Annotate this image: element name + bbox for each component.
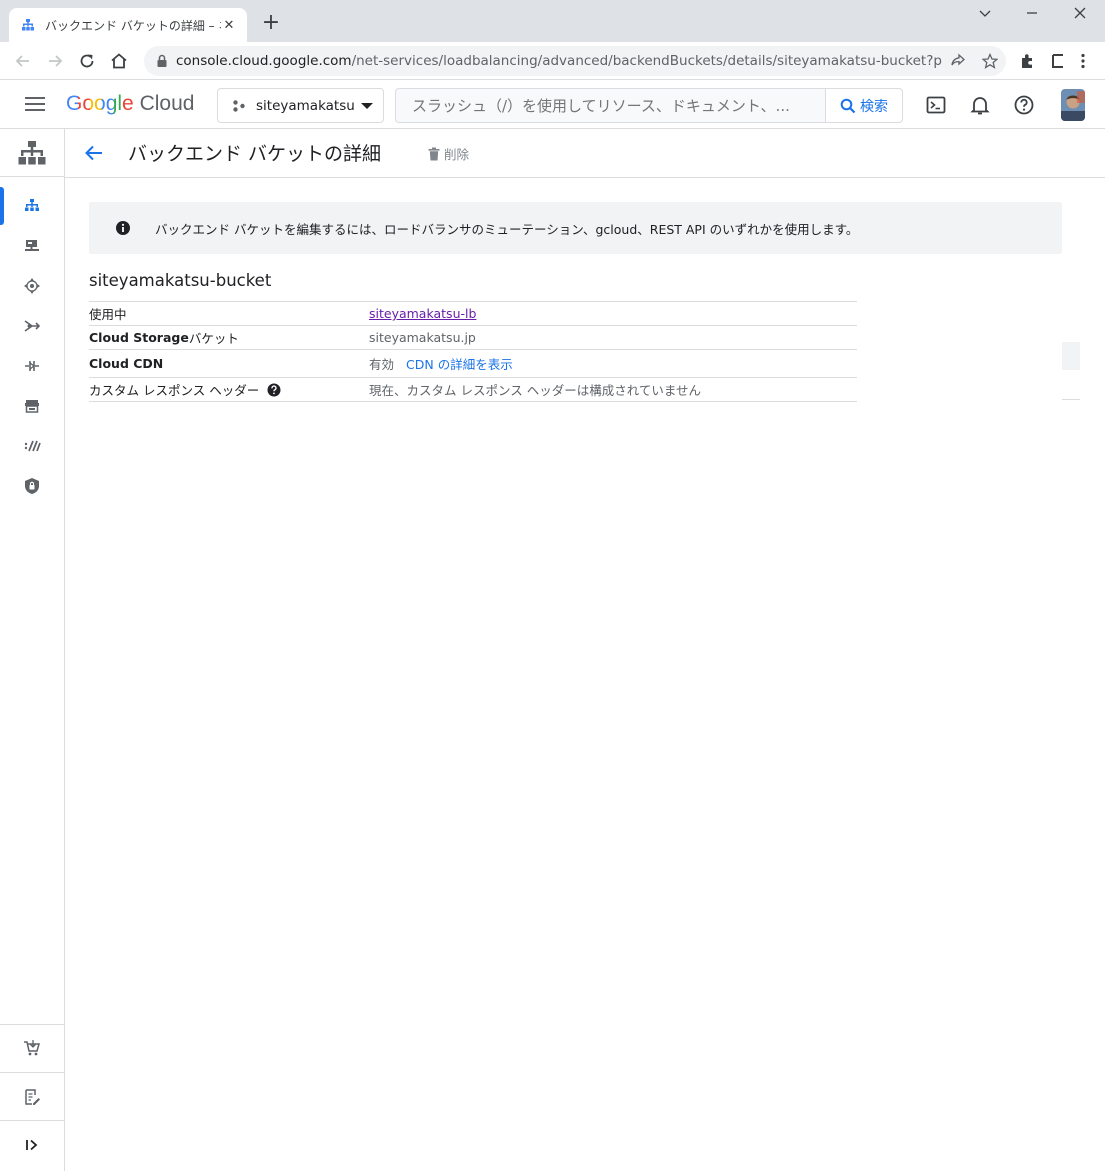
cloud-cdn-label: Cloud CDN (89, 356, 164, 371)
dns-icon (25, 240, 39, 251)
detail-row-cloud-cdn: Cloud CDN 有効 CDN の詳細を表示 (89, 350, 857, 378)
logo-cloud-wordmark: Cloud (139, 92, 195, 115)
minimize-icon[interactable] (1022, 6, 1042, 24)
cloud-shell-icon[interactable] (925, 94, 947, 116)
url-domain: console.cloud.google.com (176, 53, 352, 69)
url-path: /net-services/loadbalancing/advanced/bac… (351, 53, 942, 69)
delete-button[interactable]: 削除 (428, 144, 469, 163)
rail-item-cloud-armor[interactable] (0, 467, 64, 505)
help-circle-icon[interactable] (267, 383, 281, 397)
home-icon[interactable] (109, 51, 129, 71)
service-directory-icon (25, 361, 39, 371)
hamburger-menu-icon[interactable] (25, 95, 45, 113)
traffic-director-icon (24, 320, 41, 332)
custom-headers-label: カスタム レスポンス ヘッダー (89, 383, 260, 398)
detail-row-in-use: 使用中 siteyamakatsu-lb (89, 302, 857, 326)
search-input[interactable] (396, 89, 825, 122)
load-balancing-icon (25, 199, 39, 211)
search-button[interactable]: 検索 (825, 89, 902, 122)
back-arrow-icon[interactable] (83, 142, 105, 164)
in-use-label: 使用中 (89, 307, 127, 322)
storage-label-rest: バケット (188, 331, 239, 346)
rail-divider (0, 1024, 64, 1025)
share-icon[interactable] (942, 51, 974, 71)
side-panel-divider (1062, 399, 1080, 400)
detail-row-custom-headers: カスタム レスポンス ヘッダー 現在、カスタム レスポンス ヘッダーは構成されて… (89, 378, 857, 402)
page-title: バックエンド バケットの詳細 (128, 143, 382, 165)
rail-item-service-directory[interactable] (0, 347, 64, 385)
tab-title: バックエンド バケットの詳細 – ネットワ (45, 18, 221, 33)
rail-item-load-balancing[interactable] (0, 187, 64, 225)
marketplace-cart-icon (24, 1040, 40, 1056)
rail-product-header (0, 129, 64, 177)
bucket-name-heading: siteyamakatsu-bucket (89, 271, 272, 290)
trash-icon (428, 147, 440, 160)
avatar[interactable] (1061, 89, 1085, 121)
project-name: siteyamakatsu (256, 97, 355, 114)
cloud-console-header: Google Cloud siteyamakatsu 検索 (0, 80, 1105, 129)
load-balancer-link[interactable]: siteyamakatsu-lb (369, 306, 476, 321)
banner-text: バックエンド バケットを編集するには、ロードバランサのミューテーション、gclo… (155, 221, 859, 237)
rail-item-cloud-cdn[interactable] (0, 267, 64, 305)
back-arrow-icon[interactable] (13, 51, 33, 71)
storage-bucket-value: siteyamakatsu.jp (369, 330, 476, 345)
logo-google-wordmark: Google (66, 92, 134, 115)
address-bar[interactable]: console.cloud.google.com/net-services/lo… (144, 46, 1006, 76)
search-bar: 検索 (395, 88, 903, 123)
reload-icon[interactable] (77, 51, 97, 71)
slashes-icon (24, 440, 41, 452)
browser-tab[interactable]: バックエンド バケットの詳細 – ネットワ ✕ (9, 8, 247, 42)
load-balancing-icon (22, 19, 34, 31)
lock-icon[interactable] (156, 54, 168, 68)
browser-tabstrip: バックエンド バケットの詳細 – ネットワ ✕ + (0, 0, 1105, 42)
bookmark-star-icon[interactable] (974, 51, 1006, 71)
rail-item-private-service-connect[interactable] (0, 427, 64, 465)
delete-label: 削除 (444, 147, 470, 162)
network-services-icon (18, 140, 46, 164)
project-icon (233, 99, 245, 112)
extensions-puzzle-icon[interactable] (1018, 51, 1038, 71)
detail-row-storage-bucket: Cloud Storage バケット siteyamakatsu.jp (89, 326, 857, 350)
chevron-down-icon[interactable] (975, 6, 995, 24)
google-cloud-logo[interactable]: Google Cloud (66, 92, 194, 116)
rail-item-release-notes[interactable] (0, 1078, 64, 1116)
cdn-details-link[interactable]: CDN の詳細を表示 (406, 354, 513, 373)
rail-divider (0, 1072, 64, 1073)
shield-icon (25, 478, 39, 494)
tab-close-icon[interactable]: ✕ (221, 18, 237, 33)
rail-expand-button[interactable] (0, 1126, 64, 1164)
release-notes-icon (25, 1089, 40, 1105)
cdn-icon (24, 278, 40, 294)
storage-bucket-label: Cloud Storage バケット (89, 326, 239, 349)
forward-arrow-icon[interactable] (45, 51, 65, 71)
rail-item-marketplace[interactable] (0, 1029, 64, 1067)
expand-rail-icon (26, 1139, 38, 1151)
info-banner: バックエンド バケットを編集するには、ロードバランサのミューテーション、gclo… (89, 202, 1062, 254)
notifications-bell-icon[interactable] (969, 94, 991, 116)
rail-item-traffic-director[interactable] (0, 307, 64, 345)
url-text: console.cloud.google.com/net-services/lo… (176, 53, 942, 69)
cdn-status: 有効 (369, 357, 395, 372)
side-panel-fragment (1062, 342, 1080, 370)
search-button-label: 検索 (860, 98, 888, 115)
info-icon (116, 221, 130, 235)
window-close-icon[interactable] (1070, 6, 1090, 24)
project-selector[interactable]: siteyamakatsu (217, 88, 384, 123)
new-tab-button[interactable]: + (260, 12, 282, 34)
browser-toolbar: console.cloud.google.com/net-services/lo… (0, 42, 1105, 80)
help-icon[interactable] (1013, 94, 1035, 116)
dropdown-caret-icon (361, 102, 373, 109)
custom-headers-value: 現在、カスタム レスポンス ヘッダーは構成されていません (369, 383, 701, 398)
bucket-details-table: 使用中 siteyamakatsu-lb Cloud Storage バケット … (89, 301, 857, 402)
page-header: バックエンド バケットの詳細 削除 (65, 129, 1105, 178)
search-icon (840, 98, 856, 113)
storage-label-bold: Cloud Storage (89, 330, 189, 345)
rail-item-cloud-domains[interactable] (0, 387, 64, 425)
rail-divider (0, 1120, 64, 1121)
storefront-icon (25, 400, 39, 413)
browser-menu-icon[interactable] (1073, 51, 1093, 71)
side-panel-icon[interactable] (1048, 51, 1068, 71)
product-nav-rail (0, 129, 65, 1171)
rail-item-cloud-dns[interactable] (0, 227, 64, 265)
